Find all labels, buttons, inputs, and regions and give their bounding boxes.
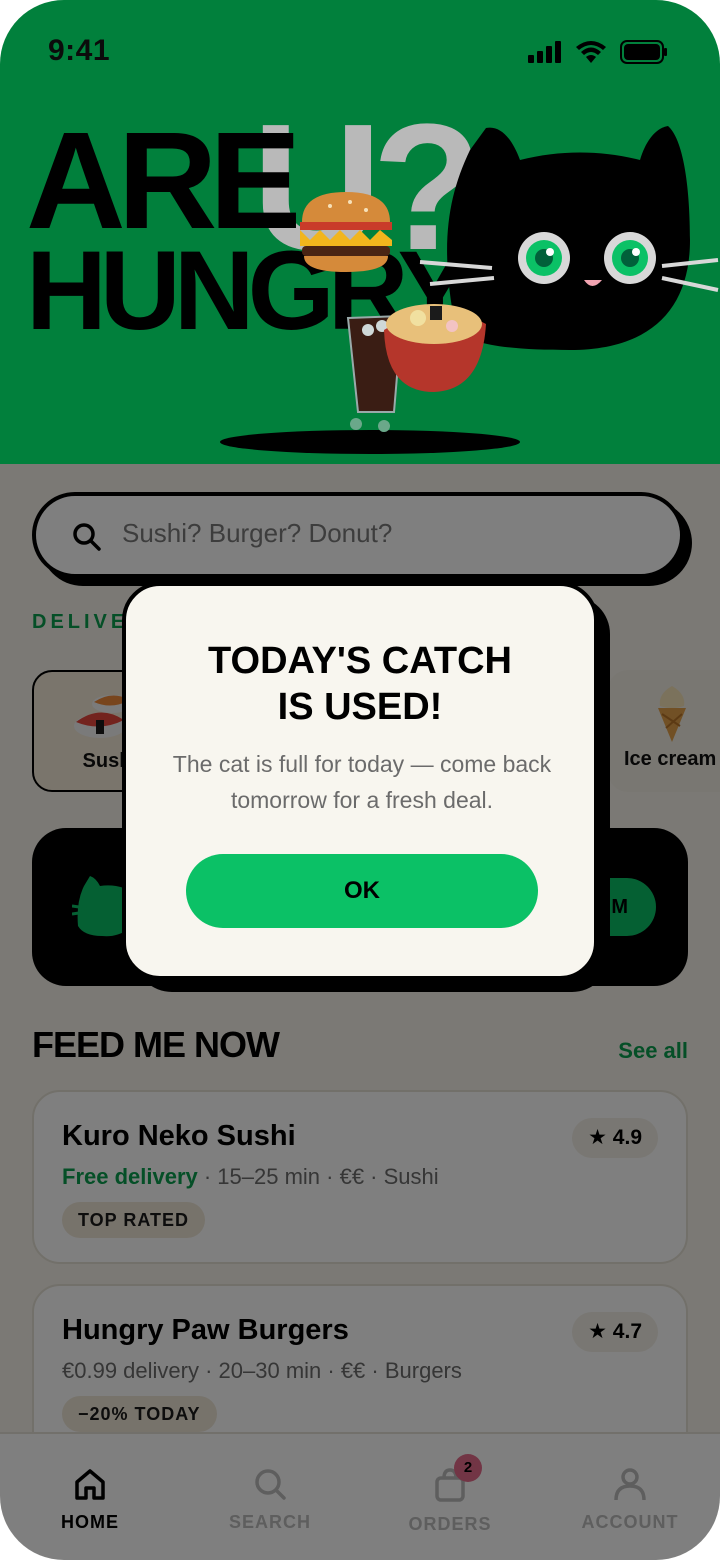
dialog-title-line2: IS USED! xyxy=(277,686,443,728)
hero-banner: U? ARE HUNGRY 9:41 xyxy=(0,0,720,464)
dialog-title-line1: TODAY'S CATCH xyxy=(208,640,512,682)
cellular-signal-icon xyxy=(528,41,561,63)
status-bar: 9:41 xyxy=(0,0,720,110)
burger-icon xyxy=(300,192,392,272)
status-time: 9:41 xyxy=(48,34,111,67)
ok-button[interactable]: OK xyxy=(186,854,538,928)
wifi-icon xyxy=(576,41,606,63)
floor-shadow xyxy=(220,430,520,454)
battery-icon xyxy=(620,40,667,64)
app-screen: U? ARE HUNGRY 9:41 TODAY'S CATCH IS USED… xyxy=(0,0,720,1560)
status-icons xyxy=(528,40,668,64)
deal-used-dialog: TODAY'S CATCH IS USED! The cat is full f… xyxy=(122,582,598,980)
ramen-bowl-icon xyxy=(384,304,486,392)
dialog-message: The cat is full for today — come back to… xyxy=(172,751,552,813)
dialog-title: TODAY'S CATCH IS USED! xyxy=(126,638,594,730)
